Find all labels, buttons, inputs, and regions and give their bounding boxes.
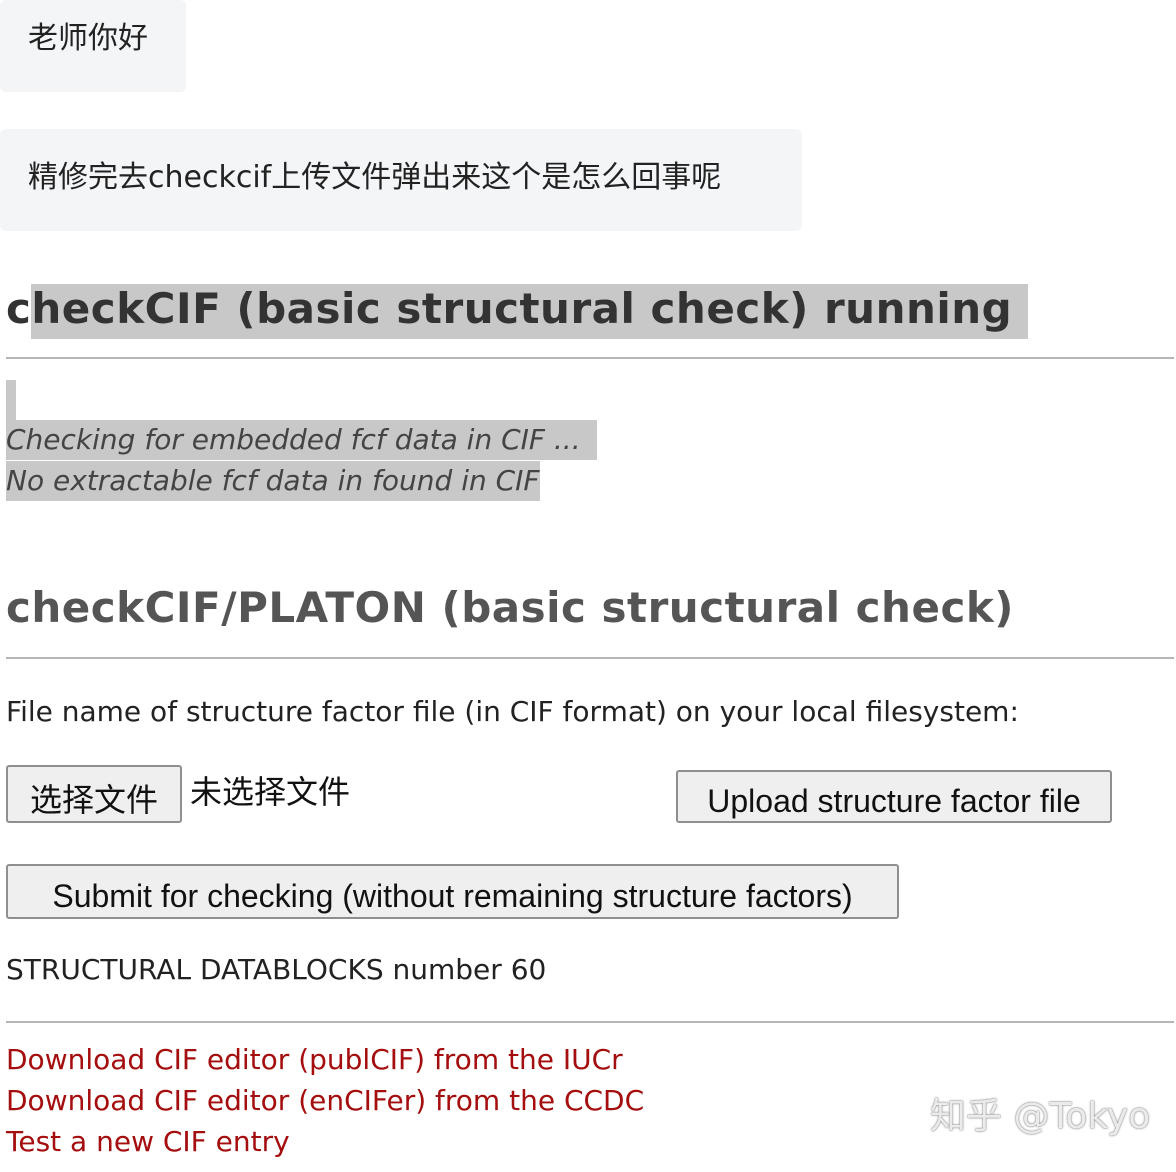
link-test-new-cif[interactable]: Test a new CIF entry [6, 1128, 290, 1156]
choose-file-button[interactable]: 选择文件 [6, 765, 182, 823]
datablocks-count-text: STRUCTURAL DATABLOCKS number 60 [6, 953, 547, 986]
chat-message-text: 老师你好 [28, 21, 148, 56]
chat-message-greeting: 老师你好 [0, 0, 186, 92]
running-heading: checkCIF (basic structural check) runnin… [6, 284, 1029, 339]
divider [6, 357, 1174, 359]
upload-structure-factor-button[interactable]: Upload structure factor file [676, 770, 1112, 823]
divider [6, 657, 1174, 659]
submit-for-checking-button[interactable]: Submit for checking (without remaining s… [6, 864, 899, 919]
chat-message-question: 精修完去checkcif上传文件弹出来这个是怎么回事呢 [0, 129, 802, 231]
selection-mark [6, 380, 16, 422]
page: 老师你好 精修完去checkcif上传文件弹出来这个是怎么回事呢 checkCI… [0, 0, 1176, 1172]
status-line-no-fcf: No extractable fcf data in found in CIF [6, 461, 540, 501]
zhihu-watermark: 知乎 @Tokyo [930, 1096, 1151, 1137]
link-download-publcif[interactable]: Download CIF editor (publCIF) from the I… [6, 1046, 623, 1074]
file-input-label: File name of structure factor file (in C… [6, 695, 1019, 728]
platon-heading: checkCIF/PLATON (basic structural check) [6, 583, 1014, 632]
chat-message-text: 精修完去checkcif上传文件弹出来这个是怎么回事呢 [28, 160, 722, 195]
running-heading-highlighted: heckCIF (basic structural check) running [31, 284, 1029, 339]
status-line-embedded-fcf: Checking for embedded fcf data in CIF ..… [6, 420, 597, 460]
running-heading-first-letter: c [6, 284, 32, 333]
divider [6, 1021, 1174, 1023]
link-download-encifer[interactable]: Download CIF editor (enCIFer) from the C… [6, 1087, 644, 1115]
no-file-selected-text: 未选择文件 [190, 773, 351, 811]
